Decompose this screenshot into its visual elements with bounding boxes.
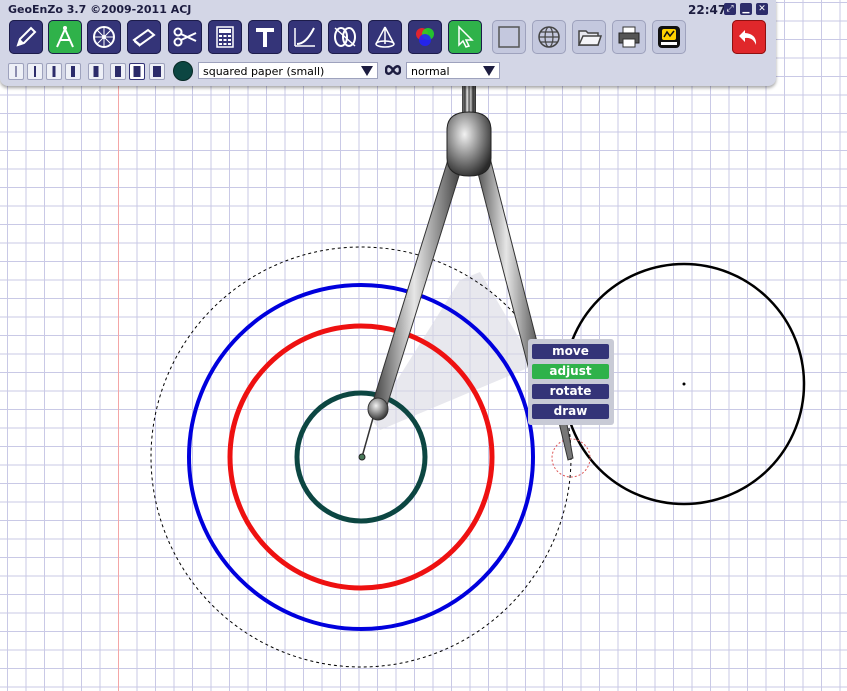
eraser-tool[interactable] (127, 20, 161, 54)
thickness-3-button[interactable] (46, 63, 62, 80)
minimize-button[interactable]: ▁ (740, 3, 752, 15)
close-button[interactable]: ✕ (756, 3, 768, 15)
compass-needle-point[interactable] (358, 453, 366, 461)
curve-icon (294, 27, 315, 47)
compass-icon (56, 26, 74, 48)
current-color-swatch[interactable] (173, 61, 193, 81)
toolbar: GeoEnZo 3.7 ©2009-2011 ACJ 22:47 ⤢ ▁ ✕ s… (0, 0, 776, 86)
protractor-tool[interactable] (87, 20, 121, 54)
compass-context-menu: move adjust rotate draw (528, 339, 614, 425)
open-tool[interactable] (572, 20, 606, 54)
thickness-8-button[interactable] (149, 63, 165, 80)
calculator-tool[interactable] (208, 20, 242, 54)
cursor-arrow-icon (458, 25, 474, 48)
frame-icon (498, 26, 520, 48)
globe-tool[interactable] (532, 20, 566, 54)
clock: 22:47 (688, 3, 727, 17)
undo-tool[interactable] (732, 20, 766, 54)
eraser-icon (132, 28, 156, 47)
undo-arrow-icon (739, 30, 757, 45)
app-title: GeoEnZo 3.7 ©2009-2011 ACJ (8, 3, 192, 16)
compass-hinge[interactable] (446, 111, 492, 177)
mathdraw-logo-icon (658, 26, 680, 48)
cone-icon (375, 26, 395, 48)
maximize-button[interactable]: ⤢ (724, 3, 736, 15)
menu-item-adjust[interactable]: adjust (532, 364, 609, 379)
compass-tool[interactable] (48, 20, 82, 54)
menu-item-move[interactable]: move (532, 344, 609, 359)
intersection-tool[interactable] (328, 20, 362, 54)
paper-type-dropdown[interactable]: squared paper (small) (198, 62, 378, 79)
drawing-layer (150, 86, 806, 668)
calculator-icon (216, 26, 234, 48)
scissors-icon (173, 27, 197, 47)
folder-icon (577, 30, 602, 46)
paper-type-value: squared paper (small) (203, 65, 325, 78)
menu-item-rotate[interactable]: rotate (532, 384, 609, 399)
thickness-5-button[interactable] (88, 63, 104, 80)
color-tool[interactable] (408, 20, 442, 54)
text-tool[interactable] (248, 20, 282, 54)
thickness-1-button[interactable] (8, 63, 24, 80)
text-icon (256, 28, 274, 47)
printer-icon (618, 26, 640, 48)
menu-item-draw[interactable]: draw (532, 404, 609, 419)
curve-tool[interactable] (288, 20, 322, 54)
globe-icon (538, 26, 560, 48)
print-tool[interactable] (612, 20, 646, 54)
select-tool[interactable] (448, 20, 482, 54)
line-style-value: normal (411, 65, 450, 78)
line-style-icon (385, 65, 401, 75)
chevron-down-icon (483, 66, 495, 76)
thickness-4-button[interactable] (65, 63, 81, 80)
solid-tool[interactable] (368, 20, 402, 54)
color-wheel-icon (416, 28, 434, 46)
line-style-dropdown[interactable]: normal (406, 62, 500, 79)
scissors-tool[interactable] (168, 20, 202, 54)
frame-tool[interactable] (492, 20, 526, 54)
mathdraw-tool[interactable] (652, 20, 686, 54)
black-circle-center (682, 382, 686, 386)
pencil-icon (16, 26, 37, 47)
intersection-icon (334, 27, 356, 47)
thickness-2-button[interactable] (27, 63, 43, 80)
protractor-icon (93, 26, 115, 48)
pencil-tool[interactable] (9, 20, 43, 54)
thickness-7-button[interactable] (129, 63, 145, 80)
chevron-down-icon (361, 66, 373, 76)
thickness-6-button[interactable] (110, 63, 126, 80)
